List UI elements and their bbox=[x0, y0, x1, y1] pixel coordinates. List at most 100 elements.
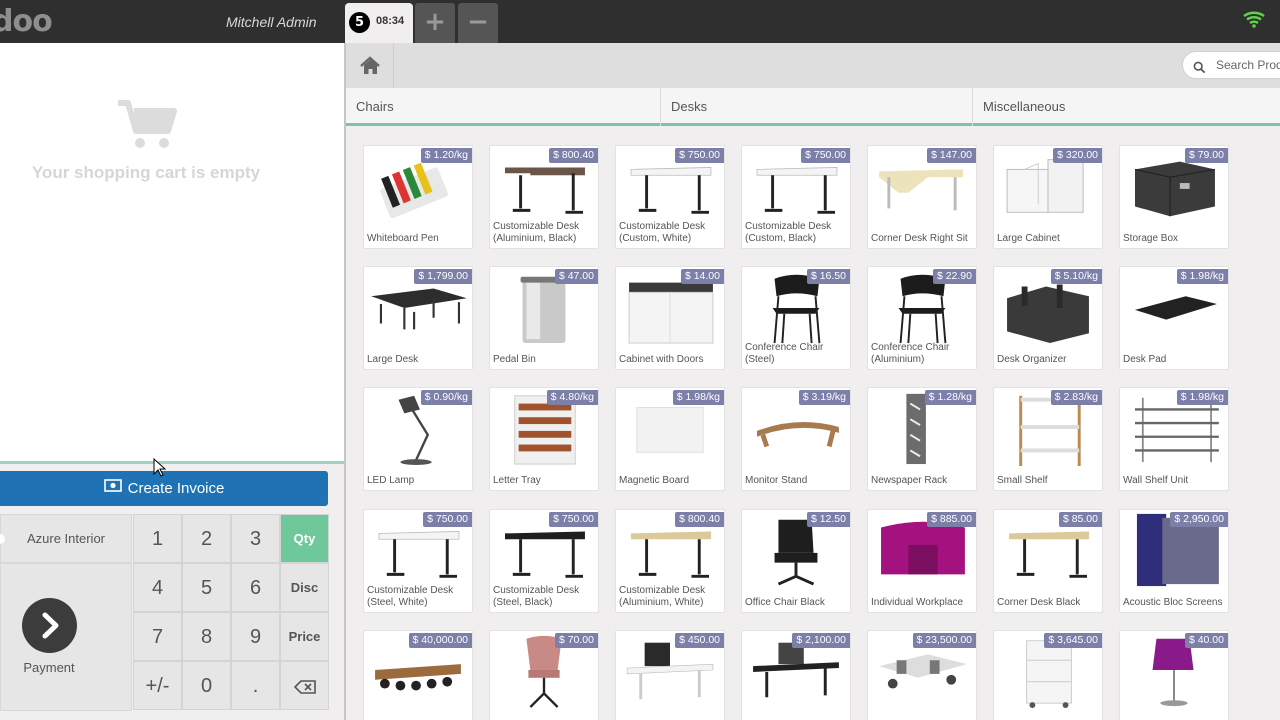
home-category-button[interactable] bbox=[346, 43, 394, 88]
product-card[interactable]: $ 1.98/kg Desk Pad bbox=[1119, 266, 1229, 370]
product-name: Corner Desk Right Sit bbox=[871, 233, 968, 244]
product-card[interactable]: $ 22.90 Conference Chair (Aluminium) bbox=[867, 266, 977, 370]
product-card[interactable]: $ 40.00 bbox=[1119, 630, 1229, 720]
order-panel: Your shopping cart is empty bbox=[0, 43, 344, 461]
product-card[interactable]: $ 3,645.00 bbox=[993, 630, 1103, 720]
numpad: 1 2 3 Qty 4 5 6 Disc 7 8 9 Price +/- 0 . bbox=[133, 514, 329, 710]
search-icon bbox=[1193, 59, 1206, 78]
product-price: $ 12.50 bbox=[806, 512, 850, 527]
order-tab[interactable]: 5 08:34 bbox=[345, 3, 413, 43]
product-card[interactable]: $ 750.00 Customizable Desk (Steel, Black) bbox=[489, 509, 599, 613]
remove-order-button[interactable]: − bbox=[458, 3, 498, 43]
product-card[interactable]: $ 16.50 Conference Chair (Steel) bbox=[741, 266, 851, 370]
product-price: $ 2.83/kg bbox=[1050, 390, 1102, 405]
product-name: Small Shelf bbox=[997, 475, 1048, 486]
product-card[interactable]: $ 750.00 Customizable Desk (Custom, White… bbox=[615, 145, 725, 249]
product-card[interactable]: $ 12.50 Office Chair Black bbox=[741, 509, 851, 613]
category-miscellaneous[interactable]: Miscellaneous bbox=[973, 88, 1280, 126]
backspace-icon bbox=[293, 675, 316, 697]
product-card[interactable]: $ 70.00 bbox=[489, 630, 599, 720]
product-card[interactable]: $ 4.80/kg Letter Tray bbox=[489, 387, 599, 491]
product-name: Storage Box bbox=[1123, 233, 1179, 244]
product-card[interactable]: $ 750.00 Customizable Desk (Steel, White) bbox=[363, 509, 473, 613]
product-price: $ 2,100.00 bbox=[792, 633, 850, 648]
product-name: Customizable Desk (Steel, Black) bbox=[493, 585, 580, 608]
category-desks[interactable]: Desks bbox=[661, 88, 973, 126]
product-name: Cabinet with Doors bbox=[619, 354, 704, 365]
product-price: $ 450.00 bbox=[675, 633, 724, 648]
product-card[interactable]: $ 0.90/kg LED Lamp bbox=[363, 387, 473, 491]
product-card[interactable]: $ 14.00 Cabinet with Doors bbox=[615, 266, 725, 370]
product-card[interactable]: $ 750.00 Customizable Desk (Custom, Black… bbox=[741, 145, 851, 249]
product-card[interactable]: $ 79.00 Storage Box bbox=[1119, 145, 1229, 249]
search-input[interactable]: Search Products bbox=[1182, 51, 1280, 79]
payment-button[interactable]: Payment bbox=[0, 563, 132, 711]
product-price: $ 3.19/kg bbox=[798, 390, 850, 405]
product-price: $ 1.98/kg bbox=[672, 390, 724, 405]
product-card[interactable]: $ 1.20/kg Whiteboard Pen bbox=[363, 145, 473, 249]
product-name: Desk Pad bbox=[1123, 354, 1167, 365]
numpad-key-7[interactable]: 7 bbox=[133, 612, 182, 661]
product-price: $ 800.40 bbox=[675, 512, 724, 527]
product-card[interactable]: $ 1,799.00 Large Desk bbox=[363, 266, 473, 370]
numpad-key-0[interactable]: 0 bbox=[182, 661, 231, 710]
numpad-key-1[interactable]: 1 bbox=[133, 514, 182, 563]
product-price: $ 750.00 bbox=[549, 512, 598, 527]
mode-disc-button[interactable]: Disc bbox=[280, 563, 329, 612]
customer-button[interactable]: Azure Interior bbox=[0, 514, 132, 563]
product-card[interactable]: $ 1.98/kg Wall Shelf Unit bbox=[1119, 387, 1229, 491]
product-name: Acoustic Bloc Screens bbox=[1123, 597, 1223, 608]
product-price: $ 0.90/kg bbox=[420, 390, 472, 405]
product-card[interactable]: $ 2,950.00 Acoustic Bloc Screens bbox=[1119, 509, 1229, 613]
numpad-key-decimal[interactable]: . bbox=[231, 661, 280, 710]
add-order-button[interactable]: + bbox=[415, 3, 455, 43]
product-card[interactable]: $ 5.10/kg Desk Organizer bbox=[993, 266, 1103, 370]
product-card[interactable]: $ 320.00 Large Cabinet bbox=[993, 145, 1103, 249]
product-price: $ 750.00 bbox=[423, 512, 472, 527]
product-price: $ 1.28/kg bbox=[924, 390, 976, 405]
numpad-key-sign[interactable]: +/- bbox=[133, 661, 182, 710]
product-card[interactable]: $ 2.83/kg Small Shelf bbox=[993, 387, 1103, 491]
product-card[interactable]: $ 40,000.00 bbox=[363, 630, 473, 720]
product-price: $ 3,645.00 bbox=[1044, 633, 1102, 648]
product-card[interactable]: $ 23,500.00 bbox=[867, 630, 977, 720]
numpad-key-4[interactable]: 4 bbox=[133, 563, 182, 612]
mode-price-button[interactable]: Price bbox=[280, 612, 329, 661]
product-name: Desk Organizer bbox=[997, 354, 1067, 365]
cashier-name[interactable]: Mitchell Admin bbox=[226, 14, 317, 30]
product-card[interactable]: $ 800.40 Customizable Desk (Aluminium, Bl… bbox=[489, 145, 599, 249]
product-grid: $ 1.20/kg Whiteboard Pen $ 800.40 Customiza… bbox=[346, 129, 1280, 720]
numpad-key-6[interactable]: 6 bbox=[231, 563, 280, 612]
product-name: Monitor Stand bbox=[745, 475, 808, 486]
product-price: $ 885.00 bbox=[927, 512, 976, 527]
wifi-icon[interactable] bbox=[1232, 0, 1280, 43]
numpad-key-8[interactable]: 8 bbox=[182, 612, 231, 661]
products-header: Search Products bbox=[346, 43, 1280, 88]
top-bar: doo Mitchell Admin 5 08:34 + − bbox=[0, 0, 1280, 43]
product-name: Large Cabinet bbox=[997, 233, 1060, 244]
mode-qty-button[interactable]: Qty bbox=[280, 514, 329, 563]
numpad-key-5[interactable]: 5 bbox=[182, 563, 231, 612]
product-price: $ 1,799.00 bbox=[414, 269, 472, 284]
numpad-key-9[interactable]: 9 bbox=[231, 612, 280, 661]
backspace-button[interactable] bbox=[280, 661, 329, 710]
product-price: $ 800.40 bbox=[549, 148, 598, 163]
product-card[interactable]: $ 450.00 bbox=[615, 630, 725, 720]
product-card[interactable]: $ 1.98/kg Magnetic Board bbox=[615, 387, 725, 491]
product-card[interactable]: $ 885.00 Individual Workplace bbox=[867, 509, 977, 613]
category-chairs[interactable]: Chairs bbox=[346, 88, 661, 126]
product-price: $ 85.00 bbox=[1058, 512, 1102, 527]
product-card[interactable]: $ 2,100.00 bbox=[741, 630, 851, 720]
numpad-key-3[interactable]: 3 bbox=[231, 514, 280, 563]
product-price: $ 79.00 bbox=[1184, 148, 1228, 163]
product-name: Conference Chair (Aluminium) bbox=[871, 342, 950, 365]
product-card[interactable]: $ 85.00 Corner Desk Black bbox=[993, 509, 1103, 613]
product-card[interactable]: $ 800.40 Customizable Desk (Aluminium, Wh… bbox=[615, 509, 725, 613]
numpad-key-2[interactable]: 2 bbox=[182, 514, 231, 563]
product-card[interactable]: $ 1.28/kg Newspaper Rack bbox=[867, 387, 977, 491]
product-price: $ 320.00 bbox=[1053, 148, 1102, 163]
product-card[interactable]: $ 47.00 Pedal Bin bbox=[489, 266, 599, 370]
product-card[interactable]: $ 147.00 Corner Desk Right Sit bbox=[867, 145, 977, 249]
money-bill-icon bbox=[103, 470, 122, 505]
product-card[interactable]: $ 3.19/kg Monitor Stand bbox=[741, 387, 851, 491]
